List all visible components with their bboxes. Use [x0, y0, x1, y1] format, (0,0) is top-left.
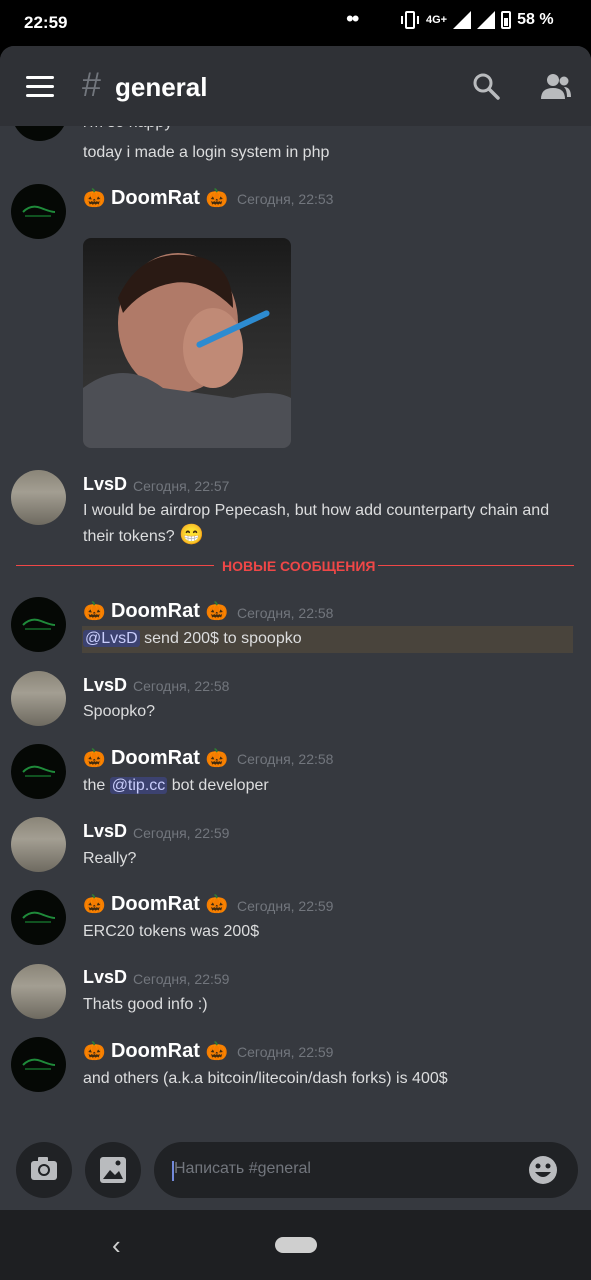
search-icon[interactable]	[472, 72, 500, 100]
author-name[interactable]: LvsD	[83, 821, 127, 842]
new-messages-divider-line	[378, 565, 574, 566]
signal-icon	[453, 11, 472, 29]
message-text: Really?	[83, 850, 137, 867]
avatar[interactable]	[11, 964, 66, 1019]
status-bar: 22:59 •• 4G+ 58 %	[0, 0, 591, 46]
pumpkin-emoji: 🎃	[205, 1041, 228, 1061]
author-name[interactable]: 🎃 DoomRat 🎃	[83, 187, 228, 210]
attachment-image[interactable]	[83, 238, 291, 448]
timestamp: Сегодня, 22:58	[133, 678, 230, 694]
hamburger-icon[interactable]	[26, 76, 54, 97]
pumpkin-emoji: 🎃	[205, 894, 228, 914]
author-label: DoomRat	[110, 1040, 200, 1062]
pumpkin-emoji: 🎃	[83, 601, 106, 621]
network-type: 4G+	[426, 14, 448, 26]
camera-icon	[31, 1157, 57, 1180]
camera-button[interactable]	[16, 1142, 72, 1198]
message-text: the @tip.cc bot developer	[83, 773, 269, 798]
channel-title: general	[115, 72, 208, 102]
author-label: DoomRat	[110, 893, 200, 915]
message-body: I would be airdrop Pepecash, but how add…	[83, 502, 550, 545]
pumpkin-emoji: 🎃	[205, 188, 228, 208]
avatar[interactable]	[11, 671, 66, 726]
notification-dots-icon: ••	[346, 6, 359, 31]
message-body: send 200$ to spoopko	[139, 630, 302, 647]
author-name[interactable]: LvsD	[83, 474, 127, 495]
message-placeholder: Написать #general	[174, 1160, 311, 1177]
back-icon[interactable]: ‹	[112, 1230, 121, 1261]
home-pill[interactable]	[275, 1237, 317, 1253]
author-name[interactable]: 🎃 DoomRat 🎃	[83, 1040, 228, 1063]
new-messages-divider-line	[16, 565, 214, 566]
message-text: ERC20 tokens was 200$	[83, 923, 260, 940]
avatar[interactable]	[11, 184, 66, 239]
timestamp: Сегодня, 22:58	[237, 605, 334, 621]
pumpkin-emoji: 🎃	[83, 748, 106, 768]
avatar[interactable]	[11, 744, 66, 799]
battery-level: 58 %	[517, 11, 554, 28]
message-text: and others (a.k.a bitcoin/litecoin/dash …	[83, 1070, 448, 1087]
status-time: 22:59	[24, 13, 68, 32]
timestamp: Сегодня, 22:59	[237, 1044, 334, 1060]
message-body: bot developer	[167, 777, 269, 794]
pumpkin-emoji: 🎃	[205, 748, 228, 768]
grin-emoji: 😁	[179, 524, 204, 546]
author-name[interactable]: 🎃 DoomRat 🎃	[83, 893, 228, 916]
author-label: DoomRat	[110, 747, 200, 769]
timestamp: Сегодня, 22:59	[133, 825, 230, 841]
timestamp: Сегодня, 22:59	[237, 898, 334, 914]
message-text: @LvsD send 200$ to spoopko	[83, 626, 302, 651]
pumpkin-emoji: 🎃	[83, 1041, 106, 1061]
battery-icon	[501, 11, 512, 29]
avatar[interactable]	[11, 1037, 66, 1092]
timestamp: Сегодня, 22:53	[237, 191, 334, 207]
user-mention[interactable]: @LvsD	[83, 630, 140, 647]
members-icon[interactable]	[540, 72, 572, 100]
pumpkin-emoji: 🎃	[205, 601, 228, 621]
image-icon	[100, 1157, 126, 1183]
message-text: Thats good info :)	[83, 996, 208, 1013]
author-label: DoomRat	[110, 600, 200, 622]
channel-header: # general	[0, 46, 591, 126]
avatar[interactable]	[11, 597, 66, 652]
author-name[interactable]: 🎃 DoomRat 🎃	[83, 600, 228, 623]
app-window: i'm so happy today i made a login system…	[0, 46, 591, 1210]
bot-mention[interactable]: @tip.cc	[109, 777, 168, 794]
message-text: Spoopko?	[83, 703, 156, 720]
message-text: I would be airdrop Pepecash, but how add…	[83, 498, 563, 549]
avatar[interactable]	[11, 817, 66, 872]
status-indicators: 4G+ 58 %	[400, 11, 554, 29]
new-messages-divider: НОВЫЕ СООБЩЕНИЯ	[222, 558, 376, 574]
timestamp: Сегодня, 22:58	[237, 751, 334, 767]
image-button[interactable]	[85, 1142, 141, 1198]
message-body: the	[83, 777, 110, 794]
hash-icon: #	[82, 66, 101, 104]
author-label: DoomRat	[110, 187, 200, 209]
signal-icon-2	[477, 11, 496, 29]
message-composer: Написать #general	[0, 1138, 591, 1210]
vibrate-icon	[401, 11, 419, 29]
pumpkin-emoji: 🎃	[83, 894, 106, 914]
avatar[interactable]	[11, 470, 66, 525]
avatar[interactable]	[11, 890, 66, 945]
author-name[interactable]: 🎃 DoomRat 🎃	[83, 747, 228, 770]
author-name[interactable]: LvsD	[83, 675, 127, 696]
message-input[interactable]: Написать #general	[154, 1142, 578, 1198]
emoji-icon[interactable]	[528, 1155, 558, 1185]
message-feed[interactable]: i'm so happy today i made a login system…	[0, 46, 591, 1210]
timestamp: Сегодня, 22:59	[133, 971, 230, 987]
timestamp: Сегодня, 22:57	[133, 478, 230, 494]
pumpkin-emoji: 🎃	[83, 188, 106, 208]
author-name[interactable]: LvsD	[83, 967, 127, 988]
system-nav-bar: ‹	[0, 1210, 591, 1280]
message-text: today i made a login system in php	[83, 144, 330, 161]
